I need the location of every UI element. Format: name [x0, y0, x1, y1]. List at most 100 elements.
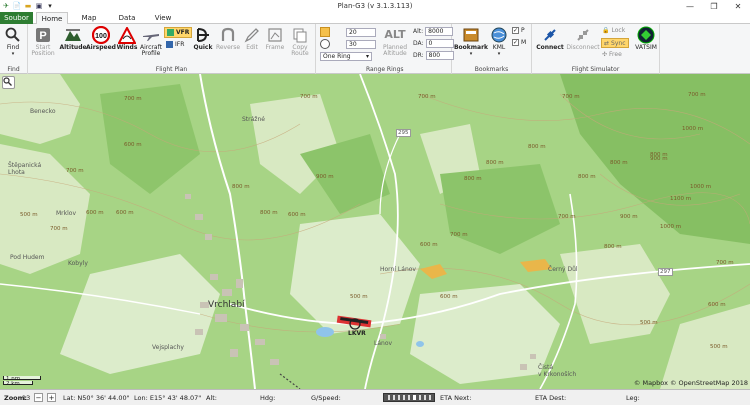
find-button[interactable]: Find ▾ [3, 26, 23, 57]
save-icon[interactable]: ▣ [35, 2, 43, 10]
range-ring-1-row: 20 [320, 27, 376, 37]
winds-button[interactable]: Winds [115, 26, 139, 51]
heading-readout: Hdg: [260, 394, 276, 402]
quick-route-icon [194, 26, 212, 44]
disconnect-button[interactable]: Disconnect [565, 26, 601, 51]
aircraft-icon [142, 26, 160, 44]
elevation-label: 700 m [418, 94, 436, 100]
copy-route-label: Copy Route [291, 44, 309, 57]
vfr-icon [167, 29, 174, 36]
m-label: M [521, 39, 527, 46]
lock-label: Lock [611, 27, 626, 34]
elevation-label: 900 m [620, 214, 638, 220]
da-input[interactable]: 0 [425, 39, 454, 48]
start-position-button[interactable]: P Start Position [30, 26, 56, 57]
clock-icon [320, 39, 330, 49]
new-icon[interactable]: 📄 [13, 2, 22, 10]
range-ring-1-input[interactable]: 20 [346, 27, 376, 37]
map-view[interactable]: Benecko Strážné Mrklov Kobyly Pod Hudem … [0, 74, 750, 389]
map-zoom-in-button[interactable] [2, 76, 15, 89]
ifr-label: IFR [175, 41, 185, 48]
tab-map[interactable]: Map [74, 12, 104, 24]
window-title: Plan-G3 (v 3.1.3.113) [337, 2, 413, 10]
open-folder-icon[interactable]: ▬ [24, 2, 32, 10]
edit-button[interactable]: Edit [242, 26, 262, 51]
place-label: Vrchlabí [208, 300, 245, 310]
vatsim-label: VATSIM [635, 44, 657, 51]
sync-toggle[interactable]: ⇄ Sync [601, 38, 629, 48]
airspeed-button[interactable]: 100 Airspeed [86, 26, 116, 51]
elevation-label: 700 m [66, 168, 84, 174]
dr-input[interactable]: 800 [425, 51, 454, 60]
elevation-label: 800 m [232, 184, 250, 190]
reverse-button[interactable]: Reverse [216, 26, 240, 51]
svg-text:P: P [39, 30, 46, 42]
reverse-label: Reverse [215, 44, 241, 51]
flight-simulator-group-label: Flight Simulator [571, 66, 620, 73]
plug-icon [541, 26, 559, 44]
alt-label: Alt: [413, 28, 424, 35]
pencil-icon [243, 26, 261, 44]
range-rings-group: 20 30 One Ring ▾ ALT Planned Altitude Al… [316, 24, 454, 74]
vatsim-button[interactable]: VATSIM [634, 26, 658, 51]
elevation-label: 700 m [716, 260, 734, 266]
start-position-label: Start Position [31, 44, 55, 57]
flight-plan-group: P Start Position Altitude 100 Airspeed W… [28, 24, 316, 74]
frame-button[interactable]: Frame [264, 26, 286, 51]
altitude-button[interactable]: Altitude [59, 26, 87, 51]
connect-label: Connect [536, 44, 564, 51]
m-checkbox[interactable]: ✓ [512, 39, 519, 46]
vfr-toggle[interactable]: VFR [164, 27, 193, 38]
elevation-label: 800 m [604, 244, 622, 250]
elevation-label: 600 m [116, 210, 134, 216]
planned-altitude-button[interactable]: ALT Planned Altitude [378, 26, 412, 57]
alt-input[interactable]: 8000 [425, 27, 454, 36]
ground-speed-readout: G/Speed: [311, 394, 341, 402]
scale-km: 2 km [3, 381, 33, 387]
playback-slider[interactable] [383, 393, 435, 402]
close-button[interactable]: ✕ [726, 0, 750, 12]
kml-button[interactable]: KML ▾ [488, 26, 510, 57]
road-number: 295 [396, 129, 411, 137]
ring-count-select[interactable]: One Ring ▾ [320, 52, 372, 61]
place-label: Pod Hudem [10, 254, 45, 261]
copy-route-button[interactable]: Copy Route [288, 26, 312, 57]
elevation-label: 600 m [440, 294, 458, 300]
connect-button[interactable]: Connect [536, 26, 564, 51]
disconnect-label: Disconnect [566, 44, 600, 51]
sync-icon: ⇄ [604, 39, 610, 47]
elevation-label: 500 m [640, 320, 658, 326]
leg-readout: Leg: [626, 394, 640, 402]
altitude-label: Altitude [59, 44, 87, 51]
range-ring-2-input[interactable]: 30 [346, 39, 376, 49]
find-group: Find ▾ Find [0, 24, 28, 74]
elevation-label: 600 m [124, 142, 142, 148]
elevation-label: 600 m [86, 210, 104, 216]
sync-label: Sync [611, 39, 626, 47]
minimize-button[interactable]: — [678, 0, 702, 12]
quick-button[interactable]: Quick [192, 26, 214, 51]
free-toggle[interactable]: ✣ Free [602, 51, 622, 58]
elevation-label: 700 m [124, 96, 142, 102]
copy-icon [291, 26, 309, 44]
tab-view[interactable]: View [148, 12, 178, 24]
restore-button[interactable]: ❐ [702, 0, 726, 12]
aircraft-profile-button[interactable]: Aircraft Profile [138, 26, 164, 57]
unplug-icon [574, 26, 592, 44]
lock-toggle[interactable]: 🔒 Lock [602, 27, 625, 34]
elevation-label: 700 m [562, 94, 580, 100]
elevation-label: 900 m [316, 174, 334, 180]
aircraft-profile-label: Aircraft Profile [140, 44, 162, 57]
flight-simulator-group: Connect Disconnect 🔒 Lock ⇄ Sync ✣ Free … [532, 24, 660, 74]
zoom-out-button[interactable]: − [34, 393, 43, 402]
ifr-toggle[interactable]: IFR [166, 41, 184, 48]
p-checkbox[interactable]: ✓ [512, 27, 519, 34]
zoom-in-button[interactable]: + [47, 393, 56, 402]
file-tab[interactable]: Soubor [0, 12, 33, 24]
elevation-label: 500 m [20, 212, 38, 218]
dropdown-icon[interactable]: ▾ [46, 2, 54, 10]
elevation-label: 800 m [528, 144, 546, 150]
scale-nm: 1 nm [3, 376, 41, 382]
tab-data[interactable]: Data [112, 12, 142, 24]
bookmark-button[interactable]: Bookmark ▾ [454, 26, 488, 57]
